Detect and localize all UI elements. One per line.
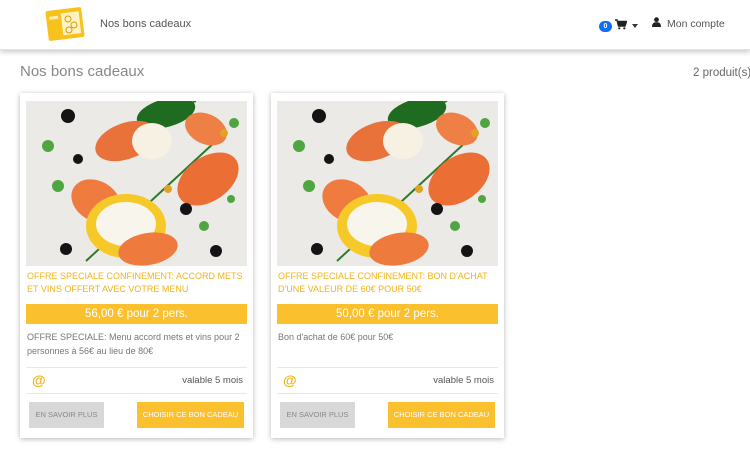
- choose-gift-button[interactable]: CHOISIR CE BON CADEAU: [137, 402, 244, 428]
- user-icon: [652, 17, 661, 30]
- price-badge: 50,00 € pour 2 pers.: [277, 304, 498, 324]
- shopping-cart-icon: [615, 17, 628, 35]
- product-count: 2 produit(s): [693, 67, 750, 79]
- logo[interactable]: [44, 5, 86, 43]
- divider: [26, 367, 247, 368]
- brand-link[interactable]: Nos bons cadeaux: [100, 18, 191, 30]
- page-title: Nos bons cadeaux: [20, 63, 145, 80]
- gift-card-1: OFFRE SPECIALE CONFINEMENT: ACCORD METS …: [20, 93, 253, 438]
- divider: [277, 393, 498, 394]
- choose-gift-button[interactable]: CHOISIR CE BON CADEAU: [388, 402, 495, 428]
- gift-card-2: OFFRE SPECIALE CONFINEMENT: BON D'ACHAT …: [271, 93, 504, 438]
- learn-more-button[interactable]: EN SAVOIR PLUS: [280, 402, 355, 428]
- product-image[interactable]: [277, 101, 498, 266]
- card-description: OFFRE SPECIALE: Menu accord mets et vins…: [27, 332, 240, 356]
- at-icon: @: [283, 372, 297, 388]
- validity-text: valable 5 mois: [182, 375, 243, 386]
- divider: [26, 393, 247, 394]
- learn-more-button[interactable]: EN SAVOIR PLUS: [29, 402, 104, 428]
- divider: [277, 367, 498, 368]
- cart-menu[interactable]: 0: [599, 17, 638, 35]
- card-title[interactable]: OFFRE SPECIALE CONFINEMENT: ACCORD METS …: [27, 270, 247, 295]
- account-menu[interactable]: Mon compte: [652, 17, 725, 30]
- navbar: Nos bons cadeaux 0 Mon compte: [0, 0, 750, 50]
- validity-text: valable 5 mois: [433, 375, 494, 386]
- card-description: Bon d'achat de 60€ pour 50€: [278, 332, 394, 342]
- chevron-down-icon: [632, 24, 638, 28]
- cart-count-badge: 0: [599, 20, 612, 32]
- product-image[interactable]: [26, 101, 247, 266]
- account-label: Mon compte: [667, 17, 725, 30]
- at-icon: @: [32, 372, 46, 388]
- card-title[interactable]: OFFRE SPECIALE CONFINEMENT: BON D'ACHAT …: [278, 270, 498, 295]
- price-badge: 56,00 € pour 2 pers.: [26, 304, 247, 324]
